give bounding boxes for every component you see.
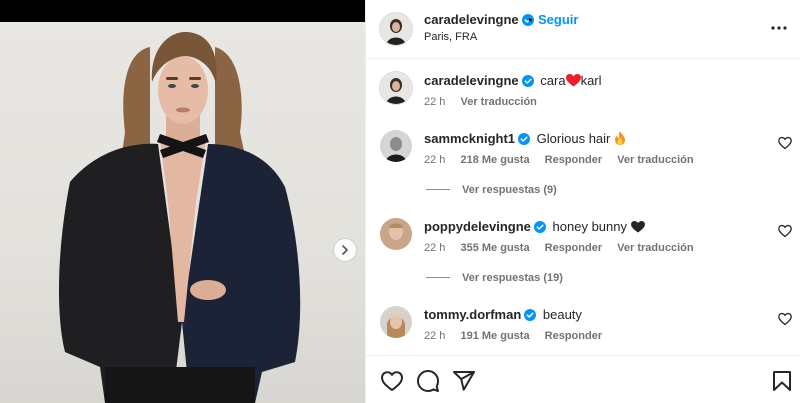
comment-translate-link[interactable]: Ver traducción — [617, 154, 693, 166]
save-icon[interactable] — [770, 369, 794, 393]
comment-likes[interactable]: 191 Me gusta — [460, 330, 529, 342]
caption-username[interactable]: caradelevingne — [424, 73, 519, 88]
comment-username[interactable]: sammcknight1 — [424, 131, 515, 146]
like-icon[interactable] — [380, 369, 404, 393]
avatar-image — [380, 130, 412, 162]
author-avatar[interactable] — [380, 13, 412, 45]
comment-username[interactable]: poppydelevingne — [424, 219, 531, 234]
comment-time[interactable]: 22 h — [424, 330, 445, 342]
reply-button[interactable]: Responder — [545, 242, 602, 254]
comment-likes[interactable]: 218 Me gusta — [460, 154, 529, 166]
verified-icon — [533, 221, 546, 233]
caption-text: caradelevingne cara karl — [424, 72, 602, 89]
caption-text-after: karl — [580, 73, 602, 88]
like-comment-icon[interactable] — [778, 224, 792, 238]
comment-meta: 22 h 191 Me gusta Responder — [424, 330, 614, 342]
comment-translate-link[interactable]: Ver traducción — [617, 242, 693, 254]
comment-body: beauty — [542, 307, 582, 322]
header-separator: • — [528, 12, 533, 27]
comment-text: poppydelevingne honey bunny — [424, 218, 645, 235]
post-header: caradelevingne • Seguir Paris, FRA — [366, 0, 800, 59]
verified-icon — [518, 133, 531, 145]
commenter-avatar[interactable] — [380, 130, 412, 162]
like-comment-icon[interactable] — [778, 312, 792, 326]
comment-text: sammcknight1 Glorious hair — [424, 130, 626, 147]
verified-icon — [521, 75, 534, 87]
comment-likes[interactable]: 355 Me gusta — [460, 242, 529, 254]
comment-meta: 22 h 218 Me gusta Responder Ver traducci… — [424, 154, 706, 166]
caption-text-before: cara — [540, 73, 566, 88]
author-username[interactable]: caradelevingne — [424, 12, 534, 27]
view-replies-button[interactable]: Ver respuestas (19) — [426, 272, 563, 284]
follow-button[interactable]: Seguir — [538, 12, 578, 27]
black-heart-emoji — [630, 221, 645, 233]
comment-icon[interactable] — [416, 369, 440, 393]
comment-time[interactable]: 22 h — [424, 242, 445, 254]
caption-time[interactable]: 22 h — [424, 96, 445, 108]
view-replies-label[interactable]: Ver respuestas (9) — [462, 184, 557, 196]
fire-emoji — [615, 131, 625, 145]
caption-translate-link[interactable]: Ver traducción — [460, 96, 536, 108]
next-arrow-icon — [342, 245, 348, 255]
avatar-image — [380, 306, 412, 338]
comment-body: honey bunny — [552, 219, 627, 234]
caption-meta: 22 h Ver traducción — [424, 96, 549, 108]
post-location[interactable]: Paris, FRA — [424, 31, 477, 43]
comment-username[interactable]: tommy.dorfman — [424, 307, 521, 322]
more-options-button[interactable] — [769, 18, 789, 38]
next-image-button[interactable] — [333, 238, 357, 262]
caption-avatar[interactable] — [380, 72, 412, 104]
avatar-image — [380, 218, 412, 250]
author-username-text[interactable]: caradelevingne — [424, 12, 519, 27]
more-options-icon — [771, 26, 787, 30]
replies-divider — [426, 277, 450, 278]
commenter-avatar[interactable] — [380, 306, 412, 338]
comment-meta: 22 h 355 Me gusta Responder Ver traducci… — [424, 242, 706, 254]
comment-body: Glorious hair — [536, 131, 611, 146]
portrait-illustration — [58, 32, 301, 403]
reply-button[interactable]: Responder — [545, 154, 602, 166]
replies-divider — [426, 189, 450, 190]
red-heart-emoji — [565, 74, 581, 87]
commenter-avatar[interactable] — [380, 218, 412, 250]
post-action-bar — [366, 355, 800, 403]
reply-button[interactable]: Responder — [545, 330, 602, 342]
post-photo[interactable] — [0, 22, 365, 403]
avatar-image — [380, 13, 412, 45]
comment-text: tommy.dorfman beauty — [424, 306, 582, 323]
verified-icon — [524, 309, 537, 321]
like-comment-icon[interactable] — [778, 136, 792, 150]
comment-time[interactable]: 22 h — [424, 154, 445, 166]
avatar-image — [380, 72, 412, 104]
view-replies-button[interactable]: Ver respuestas (9) — [426, 184, 557, 196]
view-replies-label[interactable]: Ver respuestas (19) — [462, 272, 563, 284]
share-icon[interactable] — [452, 369, 476, 393]
post-details-panel: caradelevingne • Seguir Paris, FRA carad… — [365, 0, 800, 403]
post-media — [0, 0, 365, 403]
